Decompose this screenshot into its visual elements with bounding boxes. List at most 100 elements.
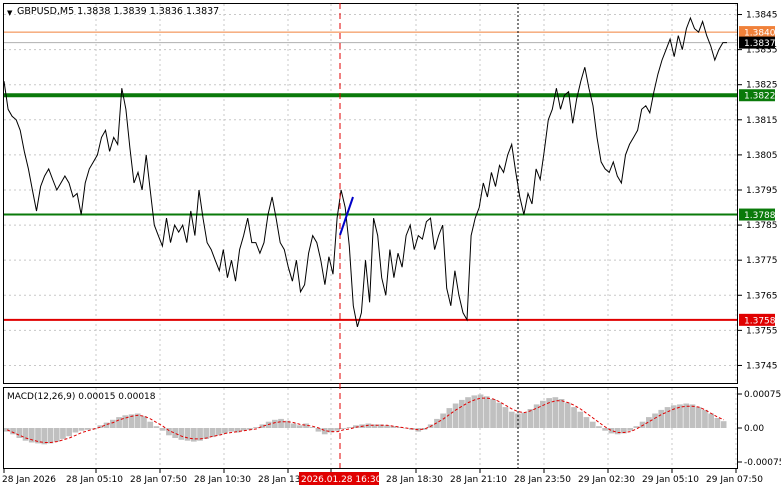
macd-histogram-bar (521, 412, 527, 428)
macd-tick-label: -0.00075 (744, 458, 781, 468)
macd-histogram-bar (110, 419, 116, 428)
macd-histogram-bar (720, 421, 727, 428)
macd-histogram-bar (334, 428, 340, 431)
macd-histogram-bar (340, 428, 347, 429)
macd-histogram-bar (639, 421, 646, 428)
macd-histogram-bar (652, 413, 658, 428)
macd-histogram-bar (577, 411, 584, 428)
macd-histogram-bar (533, 404, 540, 428)
macd-histogram-bar (309, 427, 316, 428)
macd-histogram-bar (91, 428, 97, 429)
price-level-badge-label: 1.3822 (744, 92, 776, 102)
macd-histogram-bar (664, 407, 671, 428)
macd-histogram-bar (85, 428, 91, 430)
chart-title: GBPUSD,M5 1.3838 1.3839 1.3836 1.3837 (17, 6, 219, 17)
chart-root: 1.38451.38351.38251.38151.38051.37951.37… (0, 0, 781, 489)
macd-histogram-bar (296, 425, 303, 428)
price-level-badge-label: 1.3837 (744, 39, 776, 49)
macd-histogram-bar (159, 428, 166, 431)
price-tick-label: 1.3775 (746, 256, 778, 266)
macd-histogram-bar (502, 407, 509, 428)
macd-title: MACD(12,26,9) 0.00015 0.00018 (7, 392, 156, 402)
macd-histogram-bar (602, 428, 608, 431)
price-tick-label: 1.3745 (746, 361, 778, 371)
price-tick-label: 1.3805 (746, 151, 778, 161)
time-tick-label: 28 Jan 05:10 (66, 475, 123, 485)
time-tick-label: 28 Jan 2026 (2, 475, 56, 485)
macd-histogram-bar (558, 399, 565, 428)
macd-histogram-bar (184, 428, 191, 441)
macd-histogram-bar (446, 408, 453, 428)
macd-histogram-bar (78, 428, 85, 431)
time-tick-label: 28 Jan 21:10 (450, 475, 507, 485)
macd-tick-label: 0.00 (744, 424, 764, 434)
macd-histogram-bar (228, 428, 235, 432)
macd-histogram-bar (290, 423, 297, 428)
macd-histogram-bar (47, 428, 54, 444)
macd-histogram-bar (702, 409, 708, 428)
price-tick-label: 1.3815 (746, 116, 778, 126)
macd-histogram-bar (508, 411, 515, 428)
macd-histogram-bar (172, 428, 178, 438)
macd-histogram-bar (10, 428, 16, 435)
macd-histogram-bar (695, 407, 702, 428)
macd-histogram-bar (583, 417, 590, 428)
macd-histogram-bar (714, 418, 721, 428)
macd-histogram-bar (596, 426, 602, 428)
macd-histogram-bar (222, 428, 228, 434)
macd-histogram-bar (658, 409, 665, 428)
macd-histogram-bar (708, 413, 714, 428)
macd-histogram-bar (203, 428, 210, 439)
price-tick-label: 1.3755 (746, 326, 778, 336)
macd-histogram-bar (459, 399, 465, 428)
price-tick-label: 1.3845 (746, 11, 778, 21)
macd-histogram-bar (60, 428, 66, 439)
macd-histogram-bar (72, 428, 79, 433)
macd-histogram-bar (28, 428, 35, 443)
time-tick-label: 29 Jan 07:50 (706, 475, 763, 485)
macd-histogram-bar (315, 428, 322, 432)
macd-histogram-bar (683, 403, 690, 428)
macd-histogram-bar (66, 428, 72, 437)
macd-histogram-bar (614, 428, 621, 435)
time-tick-label-highlighted: 2026.01.28 16:30 (301, 475, 382, 485)
macd-histogram-bar (147, 421, 154, 428)
macd-tick-label: 0.00075 (744, 390, 781, 400)
macd-histogram-bar (153, 426, 160, 428)
macd-histogram-bar (689, 404, 696, 428)
price-level-badge-label: 1.3788 (744, 211, 776, 221)
macd-histogram-bar (53, 428, 60, 442)
macd-histogram-bar (272, 419, 278, 428)
time-tick-label: 29 Jan 02:30 (578, 475, 635, 485)
price-level-badge-label: 1.3758 (744, 316, 776, 326)
time-tick-label: 28 Jan 23:50 (514, 475, 571, 485)
macd-histogram-bar (346, 427, 353, 428)
macd-histogram-bar (191, 428, 197, 442)
macd-histogram-bar (452, 403, 459, 428)
price-tick-label: 1.3795 (746, 186, 778, 196)
macd-histogram-bar (627, 428, 633, 431)
time-tick-label: 28 Jan 18:30 (386, 475, 443, 485)
macd-histogram-bar (477, 394, 484, 428)
macd-histogram-bar (116, 417, 122, 428)
price-tick-label: 1.3825 (746, 81, 778, 91)
time-tick-label: 28 Jan 13 (258, 475, 301, 485)
macd-histogram-bar (589, 421, 596, 428)
macd-histogram-bar (496, 402, 503, 428)
time-tick-label: 28 Jan 10:30 (194, 475, 251, 485)
time-tick-label: 29 Jan 05:10 (642, 475, 699, 485)
price-tick-label: 1.3785 (746, 221, 778, 231)
collapse-arrow-icon[interactable]: ▼ (7, 9, 13, 17)
macd-histogram-bar (141, 416, 147, 428)
macd-histogram-bar (178, 428, 185, 440)
macd-histogram-bar (490, 399, 496, 428)
macd-histogram-bar (253, 427, 259, 428)
macd-histogram-bar (564, 402, 571, 428)
macd-histogram-bar (571, 407, 577, 428)
macd-histogram-bar (483, 396, 490, 428)
time-tick-label: 28 Jan 07:50 (130, 475, 187, 485)
price-tick-label: 1.3765 (746, 291, 778, 301)
macd-histogram-bar (527, 409, 534, 428)
macd-histogram-bar (278, 418, 284, 428)
macd-histogram-bar (215, 428, 222, 436)
